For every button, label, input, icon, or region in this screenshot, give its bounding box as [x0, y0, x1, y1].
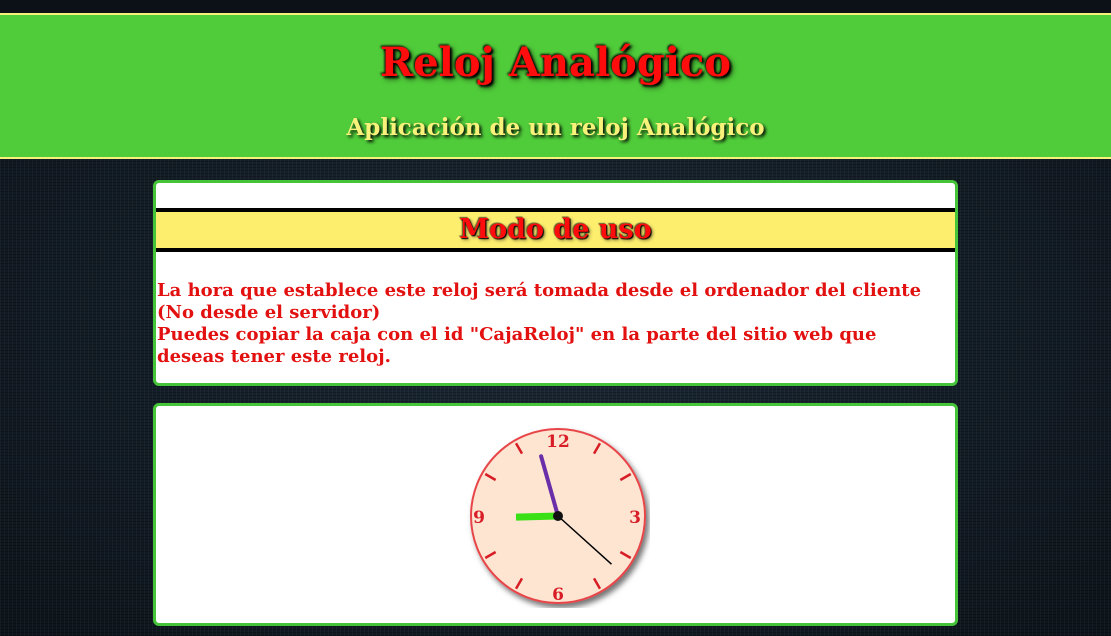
page-title: Reloj Analógico: [379, 39, 732, 86]
clock-numeral-3: 3: [629, 508, 641, 528]
clock-box: 12 3 6 9: [466, 424, 650, 608]
analog-clock: 12 3 6 9: [470, 428, 646, 605]
clock-center-pin: [553, 511, 563, 521]
clock-numeral-6: 6: [552, 585, 564, 605]
page-subtitle: Aplicación de un reloj Analógico: [346, 114, 765, 141]
usage-panel: Modo de uso La hora que establece este r…: [153, 180, 958, 386]
clock-hour-hand: [515, 512, 559, 521]
top-strip: [0, 0, 1111, 13]
clock-numeral-9: 9: [473, 508, 485, 528]
page-header: Reloj Analógico Aplicación de un reloj A…: [0, 13, 1111, 159]
usage-heading: Modo de uso: [459, 214, 652, 245]
clock-panel: 12 3 6 9: [153, 403, 958, 626]
usage-description: La hora que establece este reloj será to…: [157, 280, 947, 368]
usage-heading-band: Modo de uso: [156, 208, 955, 252]
usage-paragraph-client-time: La hora que establece este reloj será to…: [157, 280, 922, 323]
usage-paragraph-copy-box: Puedes copiar la caja con el id "CajaRel…: [157, 324, 877, 367]
clock-numeral-12: 12: [546, 432, 570, 452]
